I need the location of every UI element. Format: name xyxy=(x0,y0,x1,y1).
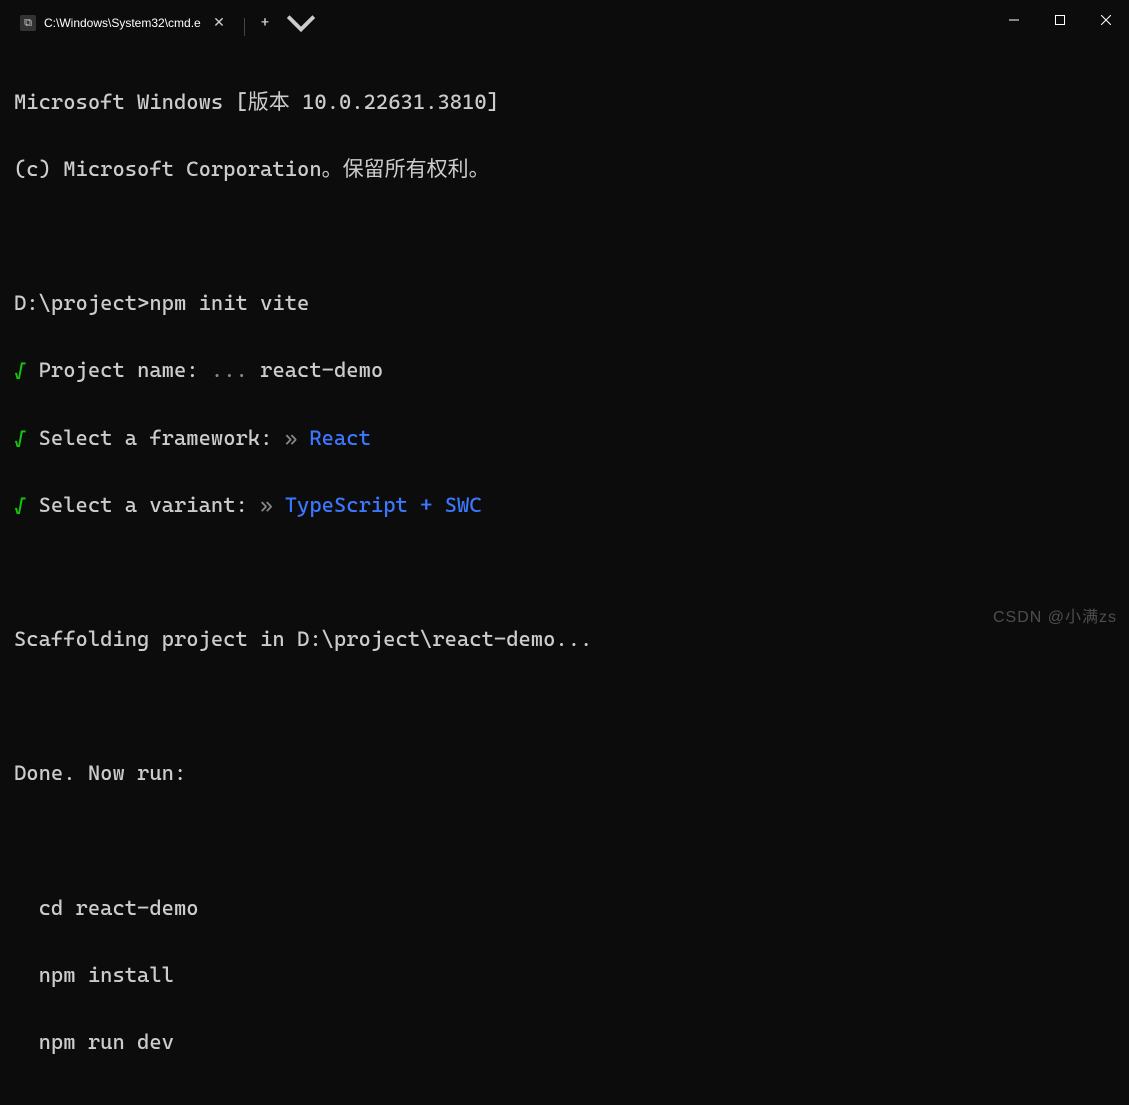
run-cmd-line: npm install xyxy=(14,959,1115,993)
check-icon: √ xyxy=(14,426,26,450)
close-button[interactable] xyxy=(1083,0,1129,40)
window-controls xyxy=(991,0,1129,40)
maximize-button[interactable] xyxy=(1037,0,1083,40)
blank-line xyxy=(14,690,1115,724)
titlebar: ⧉ C:\Windows\System32\cmd.e ✕ + xyxy=(0,0,1129,40)
blank-line xyxy=(14,825,1115,859)
blank-line xyxy=(14,220,1115,254)
vite-prompt-line: √ Project name: ... react-demo xyxy=(14,354,1115,388)
prompt-label: Project name: xyxy=(39,358,199,382)
close-tab-icon[interactable]: ✕ xyxy=(210,14,228,32)
cmd-icon: ⧉ xyxy=(20,15,36,31)
blank-line xyxy=(14,556,1115,590)
done-line: Done. Now run: xyxy=(14,757,1115,791)
vite-prompt-line: √ Select a framework: » React xyxy=(14,422,1115,456)
run-cmd-line: cd react-demo xyxy=(14,892,1115,926)
prompt-sep: » xyxy=(260,493,272,517)
terminal-tab[interactable]: ⧉ C:\Windows\System32\cmd.e ✕ xyxy=(8,6,238,40)
new-tab-button[interactable]: + xyxy=(249,6,281,40)
banner-line: Microsoft Windows [版本 10.0.22631.3810] xyxy=(14,86,1115,120)
prompt-value: TypeScript + SWC xyxy=(285,493,482,517)
check-icon: √ xyxy=(14,358,26,382)
prompt-sep: » xyxy=(285,426,297,450)
tab-dropdown-icon[interactable] xyxy=(285,6,317,40)
scaffold-line: Scaffolding project in D:\project\react-… xyxy=(14,623,1115,657)
tab-actions: + xyxy=(244,6,317,40)
prompt-sep: ... xyxy=(211,358,248,382)
prompt-label: Select a variant: xyxy=(39,493,248,517)
banner-line: (c) Microsoft Corporation。保留所有权利。 xyxy=(14,153,1115,187)
command-text: npm init vite xyxy=(149,291,309,315)
terminal-output[interactable]: Microsoft Windows [版本 10.0.22631.3810] (… xyxy=(0,40,1129,1105)
prompt: D:\project> xyxy=(14,291,149,315)
vite-prompt-line: √ Select a variant: » TypeScript + SWC xyxy=(14,489,1115,523)
minimize-button[interactable] xyxy=(991,0,1037,40)
run-cmd-line: npm run dev xyxy=(14,1026,1115,1060)
check-icon: √ xyxy=(14,493,26,517)
watermark: CSDN @小满zs xyxy=(993,603,1117,627)
prompt-label: Select a framework: xyxy=(39,426,273,450)
prompt-line: D:\project>npm init vite xyxy=(14,287,1115,321)
tab-divider xyxy=(244,18,245,36)
prompt-value: react-demo xyxy=(260,358,383,382)
tab-title: C:\Windows\System32\cmd.e xyxy=(44,16,202,30)
prompt-value: React xyxy=(309,426,371,450)
